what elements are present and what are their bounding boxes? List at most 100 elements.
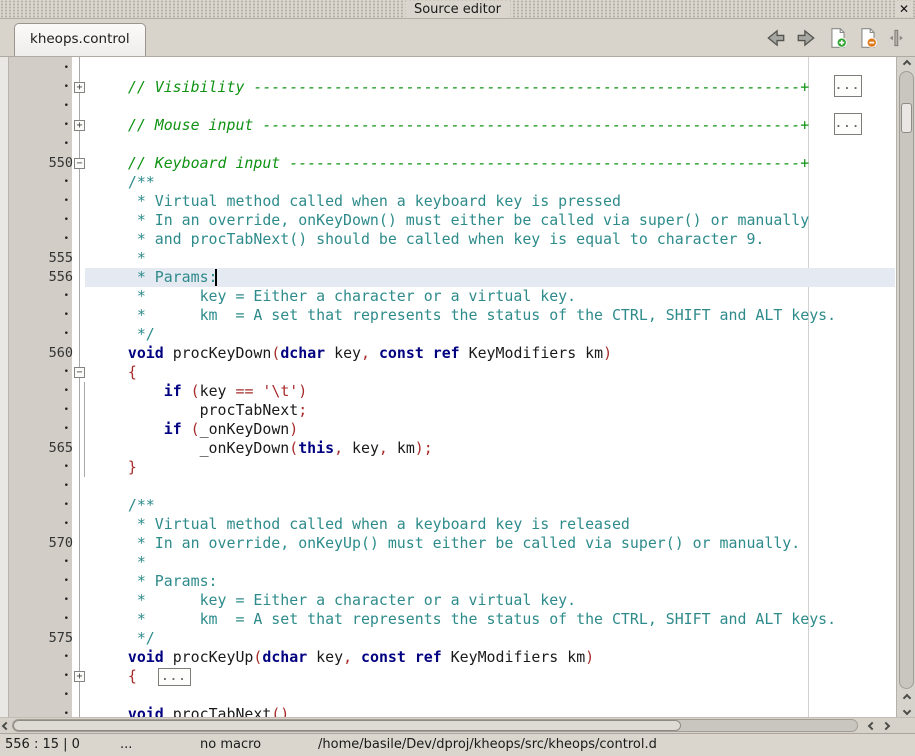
code-line[interactable]: /** [92,173,155,192]
code-line[interactable]: * Params: [92,268,218,287]
file-path-panel: /home/basile/Dev/dproj/kheops/src/kheops… [318,734,657,756]
code-line[interactable]: void procTabNext() [92,705,289,717]
chevron-left-icon [868,722,876,730]
code-line[interactable]: * [92,249,146,268]
go-forward-button[interactable] [795,27,817,49]
code-line[interactable]: // Mouse input -------------------------… [92,116,809,135]
code-line[interactable]: * and procTabNext() should be called whe… [92,230,764,249]
gutter-line-number: 575 [18,629,77,648]
gutter-line-number: • [18,325,77,344]
collapsed-fold-ellipsis[interactable]: ... [834,75,862,97]
scroll-left-button[interactable] [0,719,12,733]
chevron-down-icon [902,706,910,714]
code-line[interactable]: * In an override, onKeyUp() must either … [92,534,800,553]
fold-toggle[interactable]: + [74,671,85,682]
code-line[interactable]: * Virtual method called when a keyboard … [92,515,630,534]
gutter-line-number: • [18,420,77,439]
gutter-line-number: • [18,287,77,306]
fold-toggle[interactable]: + [74,82,85,93]
new-document-icon [827,34,849,53]
vertical-scroll-track[interactable] [899,71,914,689]
vertical-scrollbar[interactable] [896,57,915,717]
gutter-line-number: 560 [18,344,77,363]
code-line[interactable]: _onKeyDown(this, key, km); [92,439,433,458]
gutter-line-number: • [18,496,77,515]
gutter-line-number: • [18,610,77,629]
chevron-up-icon [902,60,910,68]
code-line[interactable]: * Virtual method called when a keyboard … [92,192,621,211]
code-line[interactable]: * key = Either a character or a virtual … [92,591,576,610]
gutter-line-number: • [18,306,77,325]
scroll-left-button-right[interactable] [865,719,879,733]
gutter-line-number: • [18,135,77,154]
tab-label: kheops.control [30,31,130,47]
split-view-button[interactable] [885,27,907,49]
remove-document-button[interactable] [857,27,879,49]
gutter-line-number: • [18,116,77,135]
tab-kheops-control[interactable]: kheops.control [14,23,146,56]
gutter-line-number: • [18,705,77,717]
code-line[interactable]: { [92,363,137,382]
gutter-line-number: • [18,382,77,401]
fold-toggle[interactable]: + [74,120,85,131]
gutter-line-number: • [18,78,77,97]
gutter-line-number: 570 [18,534,77,553]
fold-toggle[interactable]: − [74,367,85,378]
collapsed-fold-ellipsis[interactable]: ... [834,113,862,135]
gutter-line-number: • [18,515,77,534]
window-title: Source editor [405,1,510,18]
scroll-up-button[interactable] [897,57,915,71]
scroll-up-button-bottom[interactable] [897,691,915,704]
code-line[interactable]: */ [92,629,155,648]
code-line[interactable]: // Keyboard input ----------------------… [92,154,809,173]
fold-tree-line [79,57,80,717]
gutter-line-number: • [18,458,77,477]
gutter-line-number: • [18,192,77,211]
code-line[interactable]: * km = A set that represents the status … [92,306,836,325]
status-panel-2: ... [120,734,132,756]
code-line[interactable]: * Params: [92,572,218,591]
code-editor-area[interactable]: •••••550••••555556•••560••••565••••570••… [0,57,915,717]
code-line[interactable]: * km = A set that represents the status … [92,610,836,629]
code-line[interactable]: */ [92,325,155,344]
gutter-line-number: • [18,553,77,572]
gutter-line-number: • [18,97,77,116]
gutter-line-number: 550 [18,154,77,173]
titlebar: Source editor ✕ [0,0,915,19]
code-line[interactable]: // Visibility --------------------------… [92,78,809,97]
gutter-line-number: • [18,572,77,591]
code-line[interactable]: void procKeyUp(dchar key, const ref KeyM… [92,648,594,667]
close-icon[interactable]: ✕ [897,1,911,17]
go-back-button[interactable] [765,27,787,49]
caret-position-panel: 556 : 15 | 0 [5,734,80,756]
tab-bar: kheops.control [0,19,915,57]
forward-arrow-icon [795,34,817,53]
scroll-down-button[interactable] [897,704,915,717]
scroll-right-button[interactable] [879,719,893,733]
collapsed-fold-ellipsis[interactable]: ... [158,668,191,686]
fold-toggle[interactable]: − [74,158,85,169]
horizontal-scrollbar[interactable] [0,717,915,733]
gutter-line-number: • [18,401,77,420]
code-line[interactable]: procTabNext; [92,401,307,420]
gutter-line-number: • [18,591,77,610]
code-line[interactable]: if (_onKeyDown) [92,420,298,439]
text-caret [215,269,217,286]
code-line[interactable]: } [92,458,137,477]
chevron-left-icon [2,722,10,730]
code-line[interactable]: * [92,553,146,572]
code-line[interactable]: /** [92,496,155,515]
horizontal-scroll-thumb[interactable] [13,720,681,731]
new-document-button[interactable] [827,27,849,49]
code-line[interactable]: if (key == '\t') [92,382,307,401]
code-line[interactable]: { [92,667,137,686]
gutter-line-number: • [18,667,77,686]
horizontal-scroll-track[interactable] [12,719,858,732]
code-line[interactable]: void procKeyDown(dchar key, const ref Ke… [92,344,612,363]
back-arrow-icon [765,34,787,53]
macro-state-panel: no macro [200,734,261,756]
gutter-line-number: • [18,59,77,78]
code-line[interactable]: * In an override, onKeyDown() must eithe… [92,211,809,230]
vertical-scroll-thumb[interactable] [901,103,912,133]
code-line[interactable]: * key = Either a character or a virtual … [92,287,576,306]
